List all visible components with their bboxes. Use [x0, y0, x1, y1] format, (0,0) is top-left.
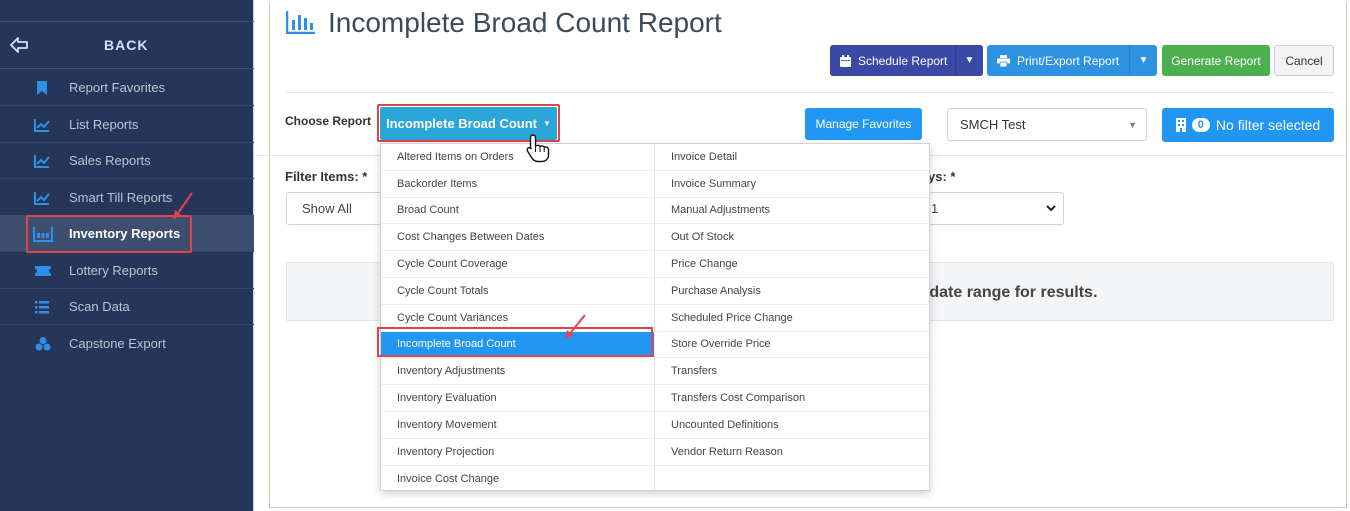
back-label: BACK [104, 37, 149, 53]
sidebar-item-label: Capstone Export [69, 336, 166, 351]
days-value: 1 [931, 201, 939, 216]
filter-count-badge: 0 [1191, 118, 1210, 132]
menu-item[interactable]: Vendor Return Reason [655, 439, 929, 466]
cancel-button[interactable]: Cancel [1274, 45, 1334, 76]
menu-item[interactable]: Altered Items on Orders [381, 144, 654, 171]
menu-item[interactable]: Cycle Count Coverage [381, 251, 654, 278]
ticket-icon [35, 266, 51, 276]
generate-report-button[interactable]: Generate Report [1162, 45, 1270, 76]
sidebar-item-label: List Reports [69, 117, 139, 132]
print-export-label: Print/Export Report [1017, 53, 1120, 68]
menu-item[interactable]: Transfers Cost Comparison [655, 385, 929, 412]
menu-item[interactable]: Out Of Stock [655, 224, 929, 252]
menu-column-left: Altered Items on Orders Backorder Items … [381, 144, 655, 490]
sidebar-item-label: Report Favorites [69, 80, 166, 95]
menu-item[interactable]: Purchase Analysis [655, 278, 929, 305]
page-title: Incomplete Broad Count Report [328, 7, 722, 38]
schedule-report-caret-icon[interactable]: ▼ [955, 45, 983, 76]
schedule-report-button[interactable]: Schedule Report ▼ [830, 45, 983, 76]
trend-chart-icon [34, 155, 50, 168]
menu-item[interactable]: Transfers [655, 358, 929, 386]
list-icon [35, 301, 49, 314]
days-label: ys: * [928, 169, 956, 184]
sidebar-top-strip [0, 0, 254, 22]
schedule-report-label: Schedule Report [858, 53, 948, 68]
menu-item[interactable]: Store Override Price [655, 332, 929, 359]
report-dropdown-menu: Altered Items on Orders Backorder Items … [380, 143, 930, 491]
sidebar-item-label: Smart Till Reports [69, 190, 173, 205]
menu-item[interactable]: Cost Changes Between Dates [381, 224, 654, 252]
menu-item[interactable]: Backorder Items [381, 171, 654, 198]
annotation-arrow-icon [173, 192, 193, 219]
menu-item[interactable]: Invoice Summary [655, 171, 929, 198]
menu-item[interactable]: Inventory Adjustments [381, 358, 654, 386]
arrow-left-icon [10, 37, 28, 53]
filter-button[interactable]: 0 No filter selected [1162, 108, 1334, 142]
menu-item[interactable]: Broad Count [381, 198, 654, 225]
days-select[interactable]: 1 [920, 192, 1064, 225]
menu-item[interactable]: Price Change [655, 251, 929, 278]
sidebar: BACK Report Favorites List Reports Sales… [0, 0, 254, 511]
hand-cursor-icon [526, 134, 550, 163]
calendar-icon [840, 54, 851, 67]
menu-item[interactable]: Inventory Projection [381, 439, 654, 466]
trend-chart-icon [34, 119, 50, 132]
menu-item[interactable]: Inventory Movement [381, 412, 654, 439]
filter-items-label: Filter Items: * [285, 169, 368, 184]
bar-chart-icon [286, 11, 315, 34]
menu-column-right: Invoice Detail Invoice Summary Manual Ad… [655, 144, 929, 466]
print-export-caret-icon[interactable]: ▼ [1129, 45, 1157, 76]
caret-down-icon: ▼ [1128, 120, 1137, 130]
menu-item[interactable]: Manual Adjustments [655, 198, 929, 225]
menu-item[interactable]: Invoice Cost Change [381, 466, 654, 493]
chevron-down-icon [1046, 205, 1056, 212]
building-icon [1175, 118, 1186, 132]
menu-item[interactable]: Cycle Count Totals [381, 278, 654, 305]
header-divider [286, 92, 1334, 93]
schedule-report-main[interactable]: Schedule Report [830, 45, 955, 76]
filter-items-value: Show All [302, 201, 352, 216]
sidebar-item-smart-till-reports[interactable]: Smart Till Reports [0, 179, 254, 216]
results-message: e date range for results. [916, 284, 1098, 301]
store-select-value: SMCH Test [960, 117, 1026, 132]
selected-item-highlight [377, 327, 653, 357]
sidebar-item-label: Sales Reports [69, 153, 151, 168]
filter-button-label: No filter selected [1215, 117, 1321, 133]
printer-icon [997, 54, 1010, 67]
sidebar-item-scan-data[interactable]: Scan Data [0, 288, 254, 325]
print-export-main[interactable]: Print/Export Report [987, 45, 1129, 76]
store-select[interactable]: SMCH Test ▼ [947, 108, 1147, 141]
annotation-arrow-icon [565, 314, 586, 339]
sidebar-item-label: Scan Data [69, 299, 130, 314]
menu-item[interactable]: Invoice Detail [655, 144, 929, 171]
sidebar-item-lottery-reports[interactable]: Lottery Reports [0, 252, 254, 289]
print-export-button[interactable]: Print/Export Report ▼ [987, 45, 1157, 76]
sidebar-item-capstone-export[interactable]: Capstone Export [0, 325, 254, 362]
sidebar-item-report-favorites[interactable]: Report Favorites [0, 69, 254, 106]
menu-item[interactable]: Inventory Evaluation [381, 385, 654, 412]
choose-report-label: Choose Report [285, 114, 372, 128]
bookmark-icon [37, 81, 47, 95]
sidebar-item-list-reports[interactable]: List Reports [0, 106, 254, 143]
menu-item[interactable]: Scheduled Price Change [655, 305, 929, 332]
manage-favorites-button[interactable]: Manage Favorites [805, 108, 922, 140]
back-button[interactable]: BACK [0, 22, 254, 69]
sidebar-item-sales-reports[interactable]: Sales Reports [0, 142, 254, 179]
menu-item[interactable]: Uncounted Definitions [655, 412, 929, 439]
cubes-icon [35, 337, 51, 351]
trend-chart-icon [34, 192, 50, 205]
sidebar-item-label: Lottery Reports [69, 263, 158, 278]
